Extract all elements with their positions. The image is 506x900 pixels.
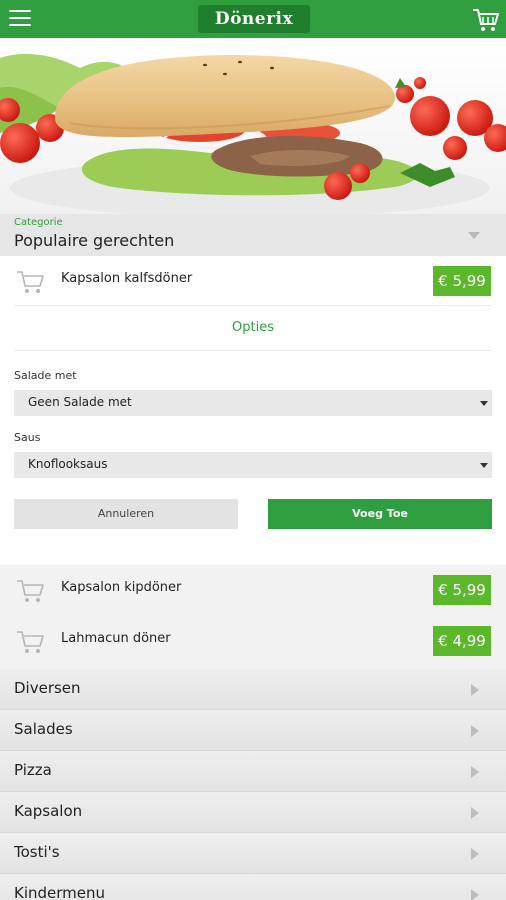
cart-icon: [17, 631, 44, 653]
sauce-select-value: Knoflooksaus: [28, 457, 108, 471]
category-nav-list: Diversen Salades Pizza Kapsalon Tosti's …: [0, 669, 506, 900]
product-name: Lahmacun döner: [61, 631, 171, 646]
product-name: Kapsalon kalfsdöner: [61, 271, 193, 286]
nav-item-pizza[interactable]: Pizza: [0, 751, 506, 792]
salad-field-label: Salade met: [14, 369, 77, 382]
category-label: Categorie: [14, 217, 63, 228]
price-badge[interactable]: € 4,99: [433, 626, 491, 656]
product-name: Kapsalon kipdöner: [61, 580, 182, 595]
nav-item-tostis[interactable]: Tosti's: [0, 833, 506, 874]
brand-logo: Dönerix: [198, 5, 310, 33]
product-row-expanded[interactable]: Kapsalon kalfsdöner € 5,99: [0, 256, 506, 306]
chevron-right-icon: [471, 889, 479, 900]
chevron-right-icon: [471, 684, 479, 696]
chevron-right-icon: [471, 725, 479, 737]
nav-item-label: Tosti's: [14, 843, 60, 861]
chevron-down-icon: [468, 232, 480, 239]
nav-item-label: Kindermenu: [14, 884, 106, 900]
chevron-right-icon: [471, 766, 479, 778]
sauce-field-label: Saus: [14, 431, 41, 444]
hero-food-image: [0, 38, 506, 214]
salad-select-value: Geen Salade met: [28, 395, 132, 409]
nav-item-salades[interactable]: Salades: [0, 710, 506, 751]
nav-item-label: Kapsalon: [14, 802, 83, 820]
chevron-right-icon: [471, 848, 479, 860]
options-header: Opties: [14, 305, 492, 351]
dropdown-arrow-icon: [480, 463, 488, 468]
cancel-button[interactable]: Annuleren: [14, 499, 238, 529]
cart-icon: [17, 580, 44, 602]
nav-item-diversen[interactable]: Diversen: [0, 669, 506, 710]
add-to-cart-button[interactable]: Voeg Toe: [268, 499, 492, 529]
sauce-select[interactable]: Knoflooksaus: [14, 452, 492, 478]
product-row[interactable]: Kapsalon kipdöner € 5,99: [0, 565, 506, 615]
category-selector[interactable]: Categorie Populaire gerechten: [0, 214, 506, 256]
nav-item-label: Pizza: [14, 761, 52, 779]
top-bar: Dönerix: [0, 0, 506, 38]
shopping-cart-icon[interactable]: [472, 7, 500, 33]
price-badge[interactable]: € 5,99: [433, 266, 491, 296]
salad-select[interactable]: Geen Salade met: [14, 390, 492, 416]
nav-item-kapsalon[interactable]: Kapsalon: [0, 792, 506, 833]
category-value: Populaire gerechten: [14, 231, 175, 250]
product-row[interactable]: Lahmacun döner € 4,99: [0, 616, 506, 666]
hamburger-menu-icon[interactable]: [9, 10, 31, 28]
nav-item-label: Salades: [14, 720, 73, 738]
dropdown-arrow-icon: [480, 401, 488, 406]
price-badge[interactable]: € 5,99: [433, 575, 491, 605]
product-list: Kapsalon kipdöner € 5,99 Lahmacun döner …: [0, 565, 506, 669]
nav-item-label: Diversen: [14, 679, 81, 697]
nav-item-kindermenu[interactable]: Kindermenu: [0, 874, 506, 900]
cart-icon: [17, 271, 44, 293]
chevron-right-icon: [471, 807, 479, 819]
